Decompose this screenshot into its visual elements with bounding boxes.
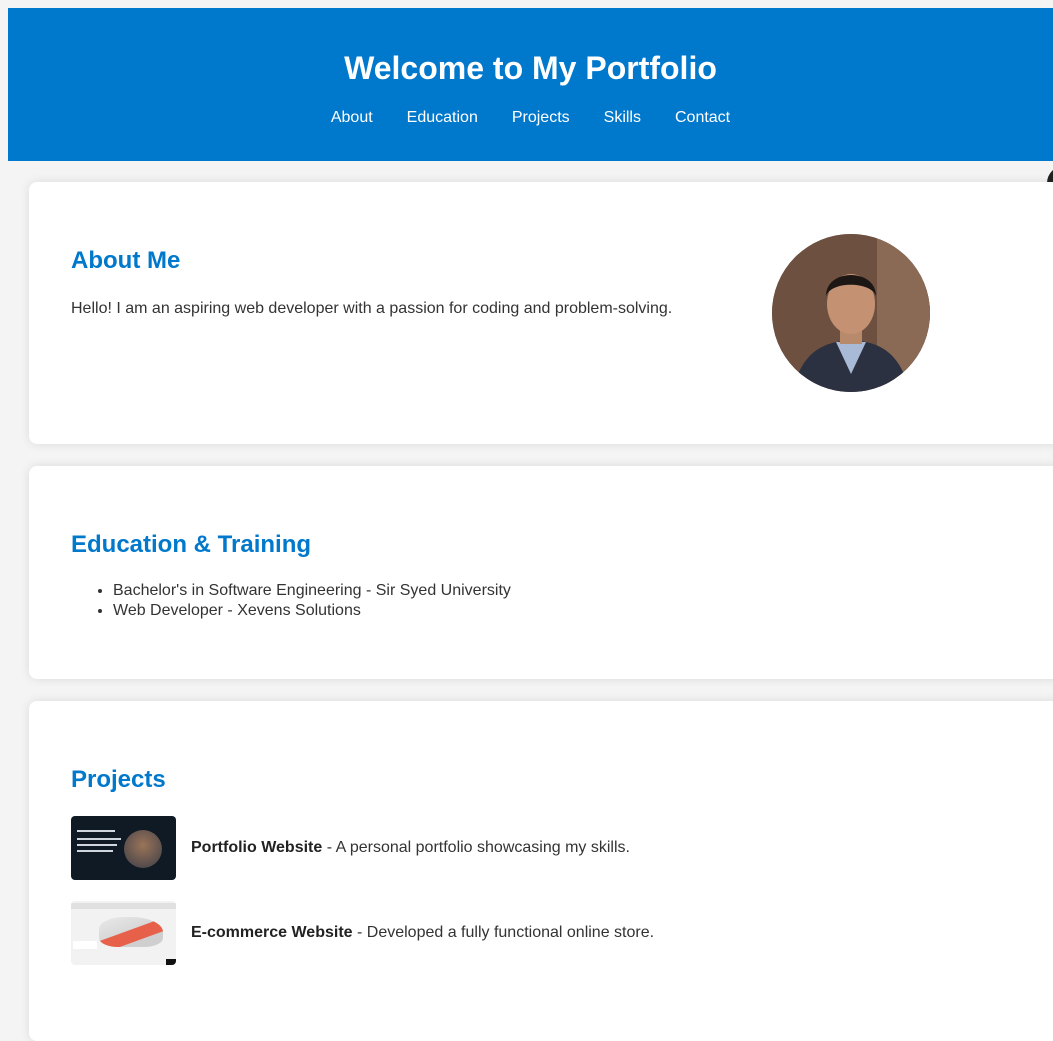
projects-heading: Projects bbox=[71, 766, 166, 793]
about-heading: About Me bbox=[71, 247, 181, 274]
nav-link-contact[interactable]: Contact bbox=[675, 108, 730, 128]
education-heading: Education & Training bbox=[71, 531, 312, 558]
nav-link-about[interactable]: About bbox=[331, 108, 373, 128]
nav-link-skills[interactable]: Skills bbox=[604, 108, 641, 128]
project-item: E-commerce Website - Developed a fully f… bbox=[71, 901, 654, 965]
education-section: Education & Training Bachelor's in Softw… bbox=[29, 466, 1053, 679]
site-header: Welcome to My Portfolio About Education … bbox=[8, 8, 1053, 161]
project-title: Portfolio Website bbox=[191, 839, 323, 856]
project-title: E-commerce Website bbox=[191, 924, 353, 941]
education-item: Bachelor's in Software Engineering - Sir… bbox=[113, 581, 511, 601]
project-description: E-commerce Website - Developed a fully f… bbox=[191, 923, 654, 943]
project-desc-text: - A personal portfolio showcasing my ski… bbox=[322, 839, 630, 856]
profile-photo bbox=[772, 234, 930, 392]
about-section: About Me Hello! I am an aspiring web dev… bbox=[29, 182, 1053, 444]
about-text: Hello! I am an aspiring web developer wi… bbox=[71, 300, 673, 317]
page-title: Welcome to My Portfolio bbox=[344, 50, 717, 86]
education-item: Web Developer - Xevens Solutions bbox=[113, 601, 511, 621]
project-item: Portfolio Website - A personal portfolio… bbox=[71, 816, 630, 880]
education-list: Bachelor's in Software Engineering - Sir… bbox=[71, 581, 511, 621]
nav-link-education[interactable]: Education bbox=[407, 108, 478, 128]
project-thumbnail-ecommerce[interactable] bbox=[71, 901, 176, 965]
project-description: Portfolio Website - A personal portfolio… bbox=[191, 838, 630, 858]
project-desc-text: - Developed a fully functional online st… bbox=[352, 924, 655, 941]
main-nav: About Education Projects Skills Contact bbox=[8, 108, 1053, 128]
profile-photo-illustration bbox=[772, 234, 930, 392]
projects-section: Projects Portfolio Website - A personal … bbox=[29, 701, 1053, 1041]
nav-link-projects[interactable]: Projects bbox=[512, 108, 570, 128]
project-thumbnail-portfolio[interactable] bbox=[71, 816, 176, 880]
